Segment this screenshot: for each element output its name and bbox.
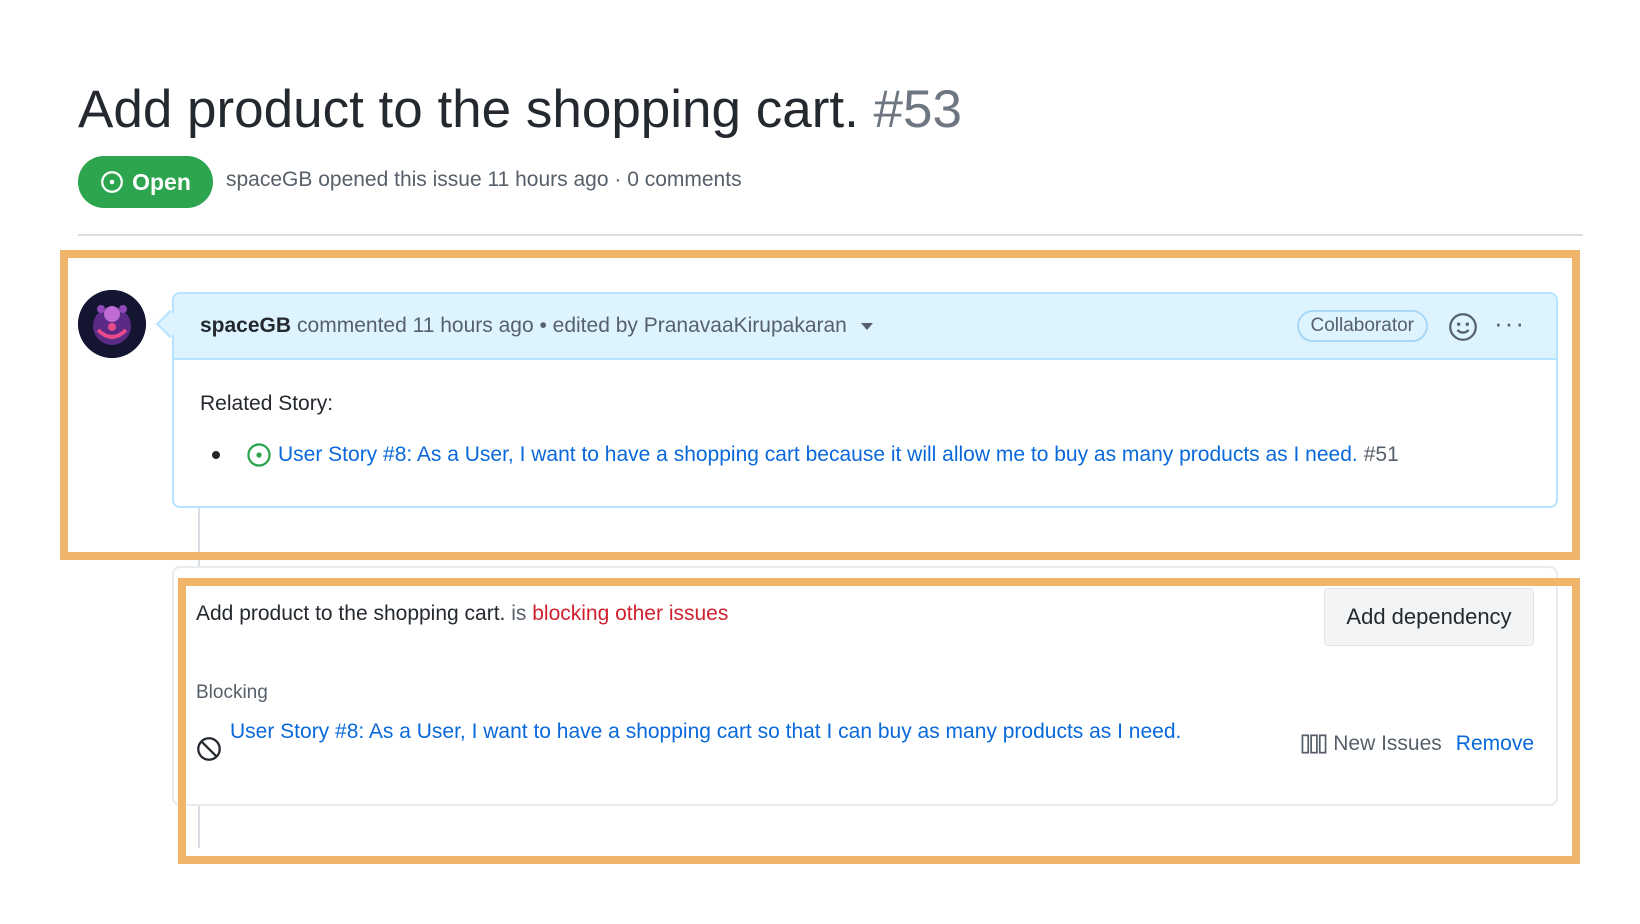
issue-title: Add product to the shopping cart. #53 — [78, 78, 962, 142]
issue-number: #53 — [873, 80, 962, 139]
state-label: Open — [132, 168, 191, 195]
issue-title-text: Add product to the shopping cart. — [78, 80, 859, 139]
state-badge-open: Open — [78, 156, 213, 208]
issue-meta: spaceGB opened this issue 11 hours ago ·… — [226, 168, 742, 191]
header-divider — [78, 234, 1583, 236]
highlight-box-dependencies — [178, 578, 1580, 864]
issue-opened-icon — [101, 171, 123, 193]
highlight-box-comment — [60, 250, 1580, 560]
